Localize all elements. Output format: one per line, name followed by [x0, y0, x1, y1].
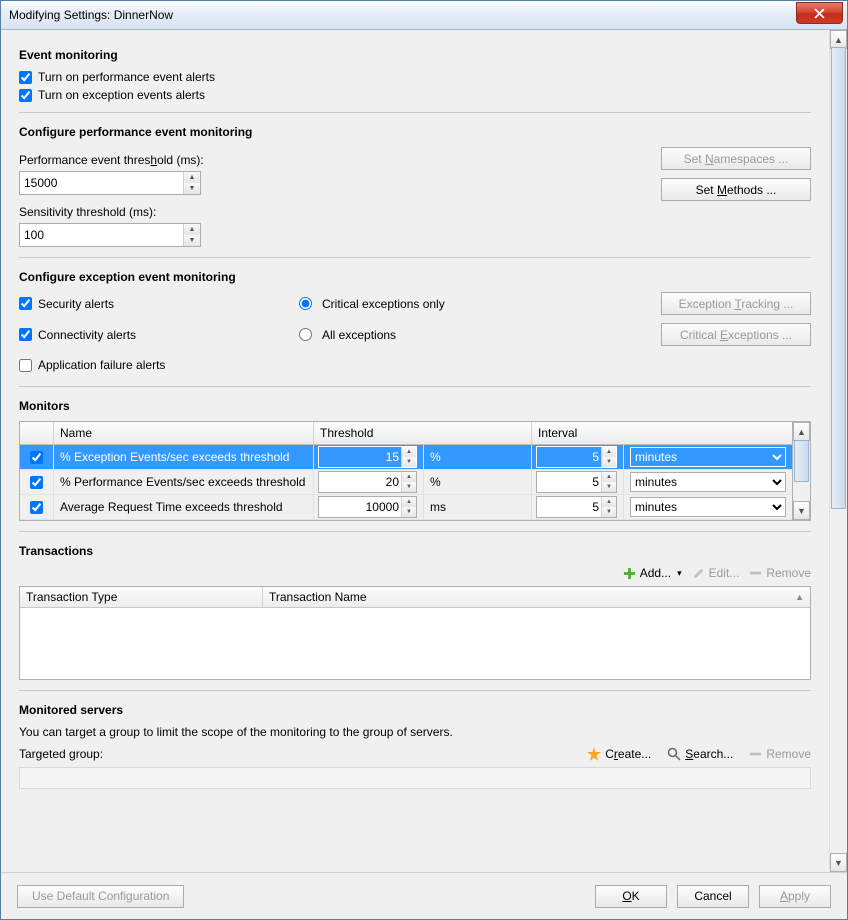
all-exceptions-radio[interactable]: All exceptions — [299, 328, 579, 342]
separator — [19, 112, 811, 113]
star-icon — [587, 747, 601, 761]
close-button[interactable] — [796, 2, 843, 24]
pencil-icon — [692, 567, 705, 580]
monitor-enabled-checkbox[interactable] — [30, 501, 43, 514]
titlebar[interactable]: Modifying Settings: DinnerNow — [1, 1, 847, 30]
col-threshold[interactable]: Threshold — [314, 422, 532, 444]
minus-icon — [749, 570, 762, 577]
interval-input[interactable]: ▲▼ — [536, 471, 617, 493]
ok-button[interactable]: OK — [595, 885, 667, 908]
set-namespaces-button[interactable]: Set Namespaces ... — [661, 147, 811, 170]
separator — [19, 531, 811, 532]
exc-heading: Configure exception event monitoring — [19, 270, 811, 284]
search-icon — [667, 747, 681, 761]
minus-icon — [749, 751, 762, 758]
threshold-input[interactable]: ▲▼ — [318, 446, 417, 468]
scroll-down-icon[interactable]: ▼ — [830, 853, 847, 872]
monitor-name: % Exception Events/sec exceeds threshold — [54, 445, 314, 469]
dropdown-icon: ▾ — [677, 568, 682, 579]
monitor-row[interactable]: Average Request Time exceeds threshold▲▼… — [20, 495, 792, 520]
col-transaction-name[interactable]: Transaction Name▲ — [263, 587, 810, 607]
monitor-name: Average Request Time exceeds threshold — [54, 495, 314, 519]
perf-threshold-input[interactable]: ▲▼ — [19, 171, 201, 195]
remove-group-button: Remove — [749, 747, 811, 761]
transactions-heading: Transactions — [19, 544, 811, 558]
set-methods-button[interactable]: Set Methods ... — [661, 178, 811, 201]
monitor-enabled-checkbox[interactable] — [30, 451, 43, 464]
security-alerts-checkbox[interactable]: Security alerts — [19, 297, 299, 311]
critical-exceptions-button[interactable]: Critical Exceptions ... — [661, 323, 811, 346]
interval-input[interactable]: ▲▼ — [536, 496, 617, 518]
app-failure-checkbox[interactable]: Application failure alerts — [19, 358, 299, 372]
separator — [19, 257, 811, 258]
monitors-heading: Monitors — [19, 399, 811, 413]
transactions-grid: Transaction Type Transaction Name▲ — [19, 586, 811, 680]
interval-unit-select[interactable]: minutes — [630, 472, 786, 492]
scroll-thumb[interactable] — [831, 47, 846, 509]
separator — [19, 690, 811, 691]
perf-alerts-checkbox[interactable]: Turn on performance event alerts — [19, 70, 811, 84]
spin-down-icon[interactable]: ▼ — [184, 183, 200, 194]
exception-alerts-checkbox[interactable]: Turn on exception events alerts — [19, 88, 811, 102]
add-transaction-button[interactable]: Add...▾ — [623, 566, 682, 580]
perf-heading: Configure performance event monitoring — [19, 125, 811, 139]
settings-window: Modifying Settings: DinnerNow Event moni… — [0, 0, 848, 920]
apply-button[interactable]: Apply — [759, 885, 831, 908]
plus-icon — [623, 567, 636, 580]
interval-unit-select[interactable]: minutes — [630, 497, 786, 517]
main-scrollbar[interactable]: ▲ ▼ — [829, 30, 847, 872]
create-group-button[interactable]: Create... — [587, 747, 651, 761]
scroll-thumb[interactable] — [794, 440, 809, 482]
threshold-unit: % — [424, 445, 532, 469]
edit-transaction-button: Edit... — [692, 566, 740, 580]
scroll-up-icon[interactable]: ▲ — [793, 422, 810, 441]
interval-unit-select[interactable]: minutes — [630, 447, 786, 467]
monitor-enabled-checkbox[interactable] — [30, 476, 43, 489]
monitor-row[interactable]: % Exception Events/sec exceeds threshold… — [20, 445, 792, 470]
threshold-input[interactable]: ▲▼ — [318, 471, 417, 493]
sort-icon: ▲ — [795, 592, 804, 602]
monitors-grid: Name Threshold Interval % Exception Even… — [19, 421, 793, 521]
exception-tracking-button[interactable]: Exception Tracking ... — [661, 292, 811, 315]
close-icon — [814, 8, 825, 19]
critical-only-radio[interactable]: Critical exceptions only — [299, 297, 579, 311]
monitors-scrollbar[interactable]: ▲ ▼ — [793, 421, 811, 521]
use-default-button[interactable]: Use Default Configuration — [17, 885, 184, 908]
interval-input[interactable]: ▲▼ — [536, 446, 617, 468]
remove-transaction-button: Remove — [749, 566, 811, 580]
search-group-button[interactable]: Search... — [667, 747, 733, 761]
col-name[interactable]: Name — [54, 422, 314, 444]
spin-up-icon[interactable]: ▲ — [184, 172, 200, 183]
connectivity-alerts-checkbox[interactable]: Connectivity alerts — [19, 328, 299, 342]
threshold-unit: ms — [424, 495, 532, 519]
targeted-group-input — [19, 767, 811, 789]
targeted-group-label: Targeted group: — [19, 747, 103, 761]
window-title: Modifying Settings: DinnerNow — [9, 8, 796, 22]
spin-up-icon[interactable]: ▲ — [184, 224, 200, 235]
threshold-unit: % — [424, 470, 532, 494]
monitors-header: Name Threshold Interval — [20, 422, 792, 445]
col-interval[interactable]: Interval — [532, 422, 792, 444]
threshold-input[interactable]: ▲▼ — [318, 496, 417, 518]
spin-down-icon[interactable]: ▼ — [184, 235, 200, 246]
monitor-name: % Performance Events/sec exceeds thresho… — [54, 470, 314, 494]
cancel-button[interactable]: Cancel — [677, 885, 749, 908]
col-transaction-type[interactable]: Transaction Type — [20, 587, 263, 607]
servers-desc: You can target a group to limit the scop… — [19, 725, 811, 739]
sensitivity-label: Sensitivity threshold (ms): — [19, 205, 571, 219]
dialog-footer: Use Default Configuration OK Cancel Appl… — [1, 872, 847, 919]
dialog-body: Event monitoring Turn on performance eve… — [1, 30, 829, 872]
scroll-down-icon[interactable]: ▼ — [793, 501, 810, 520]
servers-heading: Monitored servers — [19, 703, 811, 717]
perf-threshold-label: Performance event threshold (ms): — [19, 153, 571, 167]
monitor-row[interactable]: % Performance Events/sec exceeds thresho… — [20, 470, 792, 495]
event-monitoring-heading: Event monitoring — [19, 48, 811, 62]
sensitivity-input[interactable]: ▲▼ — [19, 223, 201, 247]
separator — [19, 386, 811, 387]
